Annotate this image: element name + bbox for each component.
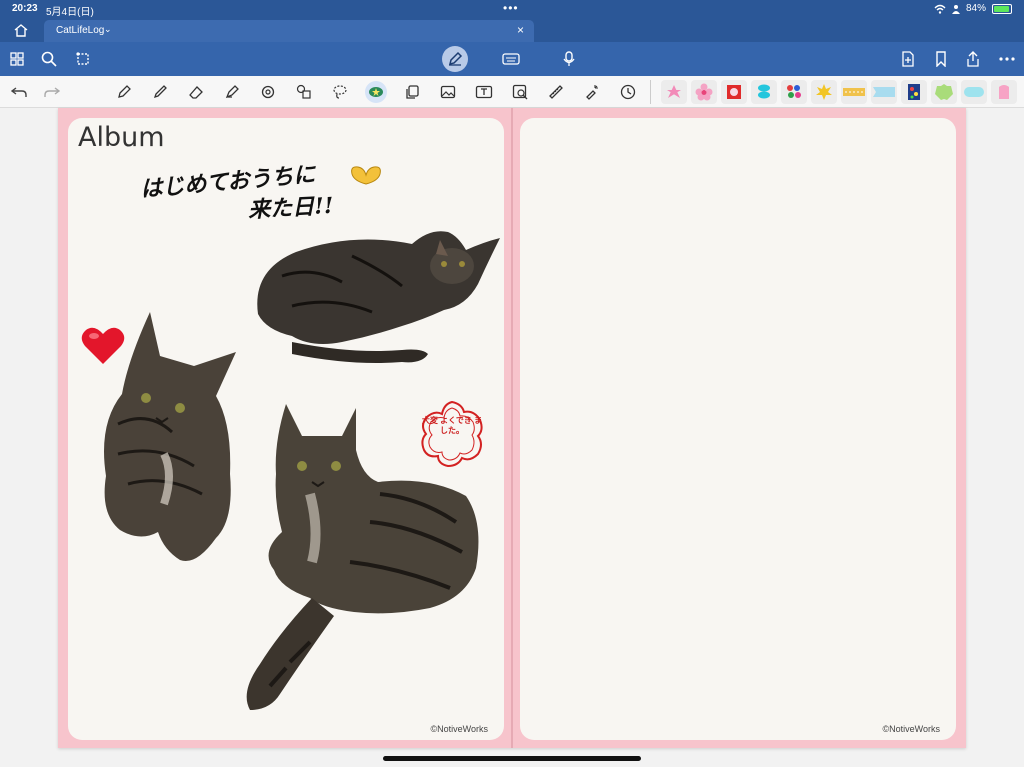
notebook-spine [511, 108, 513, 748]
image-search-icon[interactable] [509, 81, 531, 103]
text-box-icon[interactable] [473, 81, 495, 103]
ballpoint-pen-icon[interactable] [149, 81, 171, 103]
left-page[interactable]: Album はじめておうちに 来た日!! 大変 よくでき ました。 ©Notiv… [68, 118, 504, 740]
handwritten-note-line2: 来た日!! [247, 192, 335, 224]
heart-hands-icon [351, 166, 381, 185]
more-icon[interactable] [996, 49, 1018, 69]
sticker-green-badge[interactable] [931, 80, 957, 104]
left-page-copyright: ©NotiveWorks [430, 724, 488, 734]
fountain-pen-icon[interactable] [113, 81, 135, 103]
album-title: Album [78, 122, 165, 153]
keyboard-icon[interactable] [500, 49, 522, 69]
tool-row [0, 76, 1024, 108]
main-toolbar [0, 42, 1024, 76]
sticker-cyan-bubble[interactable] [751, 80, 777, 104]
sticker-red-frame[interactable] [721, 80, 747, 104]
home-icon [14, 23, 28, 37]
ruler-icon[interactable] [545, 81, 567, 103]
home-button[interactable] [10, 21, 32, 39]
bookmark-icon[interactable] [930, 49, 952, 69]
chevron-down-icon[interactable]: ⌄ [104, 24, 112, 35]
highlighter-icon[interactable] [221, 81, 243, 103]
right-page-copyright: ©NotiveWorks [882, 724, 940, 734]
status-date: 5月4日(日) [46, 7, 94, 18]
status-time: 20:23 [12, 3, 38, 14]
sticker-yellow-tape[interactable] [841, 80, 867, 104]
pen-mode-button[interactable] [442, 46, 468, 72]
undo-icon[interactable] [8, 81, 30, 103]
add-page-icon[interactable] [897, 49, 919, 69]
lasso-share-icon[interactable] [72, 49, 94, 69]
share-icon[interactable] [962, 49, 984, 69]
clock-icon[interactable] [617, 81, 639, 103]
lasso-icon[interactable] [329, 81, 351, 103]
copy-icon[interactable] [401, 81, 423, 103]
redo-icon[interactable] [41, 81, 63, 103]
battery-icon [992, 3, 1012, 14]
battery-percent: 84% [965, 3, 986, 14]
sticker-blue-label[interactable] [961, 80, 987, 104]
sticker-pink-blossom[interactable] [691, 80, 717, 104]
search-icon[interactable] [38, 49, 60, 69]
notebook-spread: Album はじめておうちに 来た日!! 大変 よくでき ました。 ©Notiv… [58, 108, 966, 748]
tab-label: CatLifeLog [56, 25, 105, 36]
multitasking-dots-icon[interactable]: ••• [503, 1, 519, 15]
close-icon[interactable]: × [517, 23, 524, 37]
shape-tool-icon[interactable] [257, 81, 279, 103]
microphone-icon[interactable] [558, 49, 580, 69]
person-icon [951, 4, 960, 14]
sticker-blue-banner[interactable] [871, 80, 897, 104]
wifi-icon [934, 4, 946, 14]
sticker-pink-tag[interactable] [991, 80, 1017, 104]
sticker-tool-icon[interactable] [365, 81, 387, 103]
laser-pointer-icon[interactable] [581, 81, 603, 103]
sticker-pink-flower[interactable] [661, 80, 687, 104]
status-bar: 20:23 5月4日(日) ••• 84% [0, 0, 1024, 18]
tab-bar: CatLifeLog ⌄ × [0, 18, 1024, 42]
grid-view-icon[interactable] [6, 49, 28, 69]
sticker-colorful-flowers[interactable] [781, 80, 807, 104]
home-indicator[interactable] [383, 756, 641, 761]
cat-photo-sitting-left[interactable] [98, 304, 246, 580]
sticker-patterned-card[interactable] [901, 80, 927, 104]
image-icon[interactable] [437, 81, 459, 103]
cat-photo-lying-bottom[interactable] [230, 402, 486, 714]
tab-catlifelog[interactable]: CatLifeLog ⌄ × [44, 20, 534, 42]
sticker-yellow-burst[interactable] [811, 80, 837, 104]
toolbar-divider [650, 80, 651, 104]
cat-photo-lying-top[interactable] [252, 226, 502, 368]
shapes-icon[interactable] [293, 81, 315, 103]
eraser-icon[interactable] [185, 81, 207, 103]
right-page[interactable]: ©NotiveWorks [520, 118, 956, 740]
pen-icon [448, 51, 463, 66]
